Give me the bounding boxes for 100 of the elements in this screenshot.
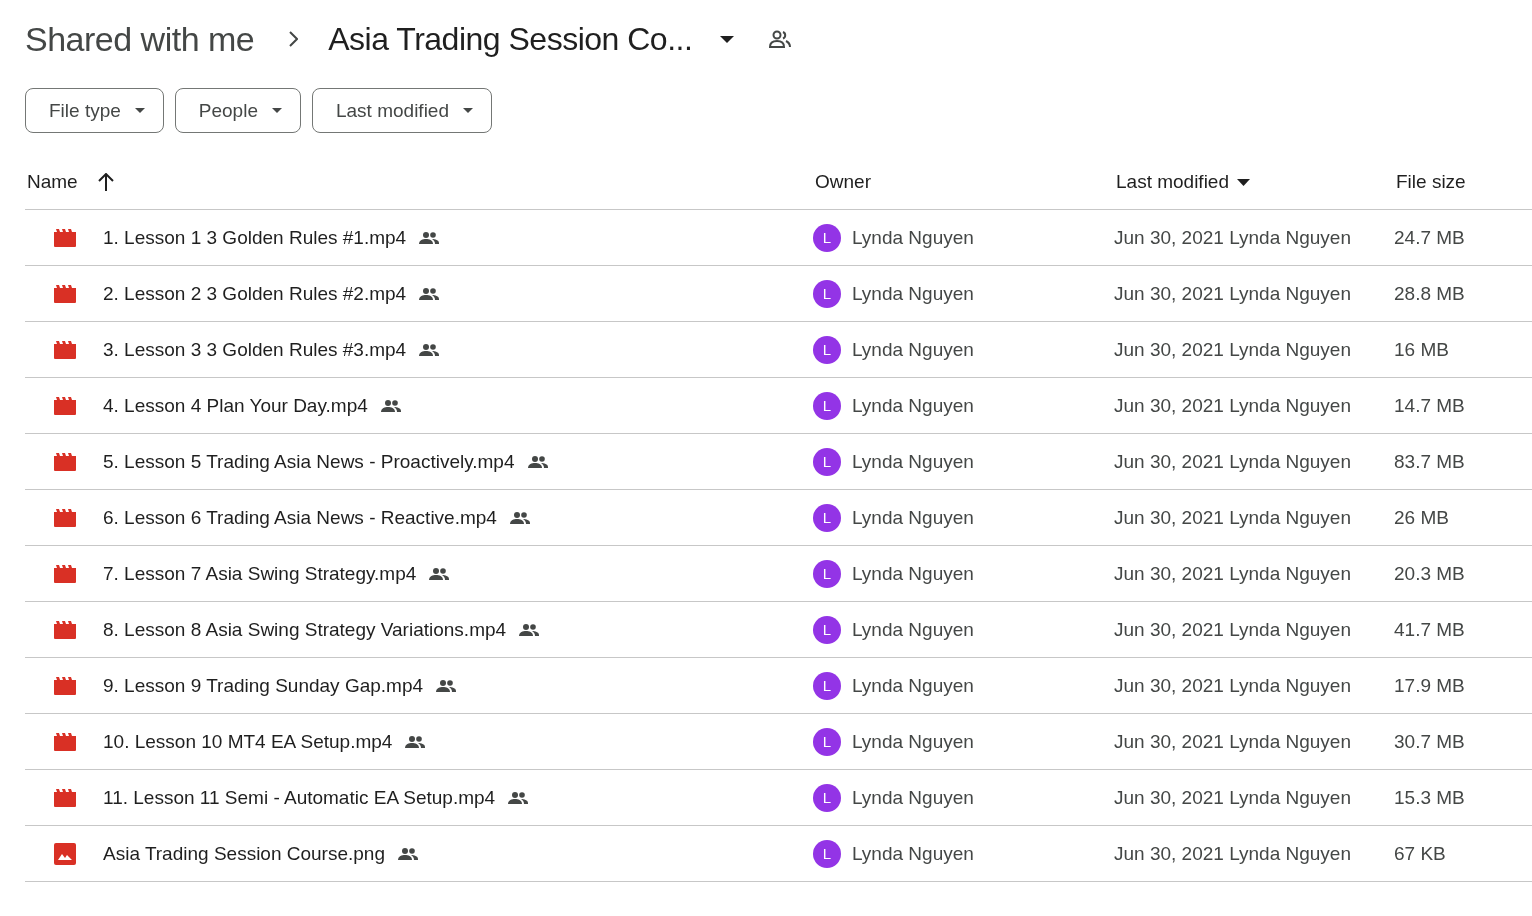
owner-name: Lynda Nguyen bbox=[852, 562, 974, 585]
owner-name: Lynda Nguyen bbox=[852, 282, 974, 305]
owner-name: Lynda Nguyen bbox=[852, 786, 974, 809]
file-size: 24.7 MB bbox=[1394, 226, 1465, 248]
shared-people-icon bbox=[435, 679, 458, 692]
file-size: 28.8 MB bbox=[1394, 282, 1465, 304]
shared-people-icon bbox=[507, 791, 530, 804]
file-name[interactable]: 2. Lesson 2 3 Golden Rules #2.mp4 bbox=[103, 282, 407, 305]
shared-people-icon bbox=[418, 343, 441, 356]
owner-avatar: L bbox=[813, 783, 841, 812]
file-size: 20.3 MB bbox=[1394, 562, 1465, 584]
video-file-icon bbox=[53, 732, 77, 751]
shared-people-icon bbox=[397, 847, 419, 860]
owner-avatar: L bbox=[813, 447, 841, 476]
column-header[interactable]: File size bbox=[1394, 171, 1466, 193]
file-name[interactable]: 10. Lesson 10 MT4 EA Setup.mp4 bbox=[103, 730, 393, 753]
dropdown-caret-icon[interactable] bbox=[720, 35, 735, 43]
owner-name: Lynda Nguyen bbox=[852, 730, 974, 753]
chevron-right-icon bbox=[288, 31, 299, 47]
file-size: 17.9 MB bbox=[1394, 674, 1465, 696]
video-file-icon bbox=[53, 284, 77, 303]
owner-avatar: L bbox=[813, 727, 841, 756]
video-file-icon bbox=[53, 340, 77, 359]
owner-avatar: L bbox=[813, 839, 841, 868]
caret-icon bbox=[463, 108, 473, 113]
modified-date: Jun 30, 2021 Lynda Nguyen bbox=[1114, 674, 1351, 696]
image-file-icon bbox=[53, 841, 77, 866]
modified-date: Jun 30, 2021 Lynda Nguyen bbox=[1114, 282, 1351, 304]
modified-date: Jun 30, 2021 Lynda Nguyen bbox=[1114, 338, 1351, 360]
file-name[interactable]: 11. Lesson 11 Semi - Automatic EA Setup.mp4 bbox=[103, 786, 496, 809]
modified-date: Jun 30, 2021 Lynda Nguyen bbox=[1114, 394, 1351, 416]
owner-name: Lynda Nguyen bbox=[852, 674, 974, 697]
folder-title: Asia Trading Session Co... bbox=[328, 20, 693, 58]
file-name[interactable]: 7. Lesson 7 Asia Swing Strategy.mp4 bbox=[103, 562, 417, 585]
file-size: 26 MB bbox=[1394, 506, 1449, 528]
modified-date: Jun 30, 2021 Lynda Nguyen bbox=[1114, 506, 1351, 528]
owner-name: Lynda Nguyen bbox=[852, 226, 974, 249]
owner-name: Lynda Nguyen bbox=[852, 338, 974, 361]
owner-avatar: L bbox=[813, 503, 841, 532]
owner-avatar: L bbox=[813, 615, 841, 644]
file-size: 41.7 MB bbox=[1394, 618, 1465, 640]
owner-avatar: L bbox=[813, 223, 841, 252]
file-name[interactable]: 3. Lesson 3 3 Golden Rules #3.mp4 bbox=[103, 338, 407, 361]
modified-date: Jun 30, 2021 Lynda Nguyen bbox=[1114, 618, 1351, 640]
column-header[interactable]: Last modified bbox=[1114, 171, 1229, 193]
caret-icon bbox=[272, 108, 282, 113]
sort-arrow-up-icon[interactable] bbox=[97, 173, 114, 191]
video-file-icon bbox=[53, 452, 77, 471]
caret-icon bbox=[134, 108, 145, 113]
owner-avatar: L bbox=[813, 391, 841, 420]
file-name[interactable]: 5. Lesson 5 Trading Asia News - Proactively.mp4 bbox=[103, 450, 515, 473]
column-header[interactable]: Owner bbox=[813, 171, 871, 193]
modified-date: Jun 30, 2021 Lynda Nguyen bbox=[1114, 450, 1351, 472]
video-file-icon bbox=[53, 676, 77, 695]
shared-people-icon bbox=[518, 623, 541, 636]
file-name[interactable]: 9. Lesson 9 Trading Sunday Gap.mp4 bbox=[103, 674, 424, 697]
modified-date: Jun 30, 2021 Lynda Nguyen bbox=[1114, 226, 1351, 248]
filter-chip[interactable]: Last modified bbox=[312, 88, 492, 133]
video-file-icon bbox=[53, 508, 77, 527]
file-size: 15.3 MB bbox=[1394, 786, 1465, 808]
owner-name: Lynda Nguyen bbox=[852, 450, 974, 473]
owner-avatar: L bbox=[813, 279, 841, 308]
people-icon[interactable] bbox=[768, 30, 793, 48]
modified-date: Jun 30, 2021 Lynda Nguyen bbox=[1114, 562, 1351, 584]
owner-name: Lynda Nguyen bbox=[852, 506, 974, 529]
column-header[interactable]: Name bbox=[25, 171, 78, 193]
file-size: 30.7 MB bbox=[1394, 730, 1465, 752]
sort-caret-icon[interactable] bbox=[1237, 178, 1250, 186]
shared-people-icon bbox=[428, 567, 451, 580]
owner-avatar: L bbox=[813, 335, 841, 364]
modified-date: Jun 30, 2021 Lynda Nguyen bbox=[1114, 842, 1351, 864]
filter-chip[interactable]: File type bbox=[25, 88, 164, 133]
file-size: 83.7 MB bbox=[1394, 450, 1465, 472]
video-file-icon bbox=[53, 396, 77, 415]
modified-date: Jun 30, 2021 Lynda Nguyen bbox=[1114, 786, 1351, 808]
shared-people-icon bbox=[526, 455, 549, 468]
shared-people-icon bbox=[404, 735, 427, 748]
video-file-icon bbox=[53, 620, 77, 639]
file-name[interactable]: 4. Lesson 4 Plan Your Day.mp4 bbox=[103, 394, 368, 417]
file-size: 14.7 MB bbox=[1394, 394, 1465, 416]
owner-name: Lynda Nguyen bbox=[852, 842, 974, 865]
owner-name: Lynda Nguyen bbox=[852, 394, 974, 417]
shared-people-icon bbox=[379, 399, 402, 412]
owner-avatar: L bbox=[813, 671, 841, 700]
shared-people-icon bbox=[418, 231, 441, 244]
video-file-icon bbox=[53, 788, 77, 807]
breadcrumb-link[interactable]: Shared with me bbox=[25, 19, 255, 59]
file-name[interactable]: Asia Trading Session Course.png bbox=[103, 842, 385, 865]
file-name[interactable]: 1. Lesson 1 3 Golden Rules #1.mp4 bbox=[103, 226, 407, 249]
video-file-icon bbox=[53, 564, 77, 583]
file-size: 67 KB bbox=[1394, 842, 1446, 864]
file-size: 16 MB bbox=[1394, 338, 1449, 360]
owner-avatar: L bbox=[813, 559, 841, 588]
file-name[interactable]: 6. Lesson 6 Trading Asia News - Reactive.mp4 bbox=[103, 506, 497, 529]
file-name[interactable]: 8. Lesson 8 Asia Swing Strategy Variations.mp4 bbox=[103, 618, 507, 641]
shared-people-icon bbox=[508, 511, 531, 524]
filter-chip[interactable]: People bbox=[174, 88, 301, 133]
modified-date: Jun 30, 2021 Lynda Nguyen bbox=[1114, 730, 1351, 752]
video-file-icon bbox=[53, 228, 77, 247]
owner-name: Lynda Nguyen bbox=[852, 618, 974, 641]
